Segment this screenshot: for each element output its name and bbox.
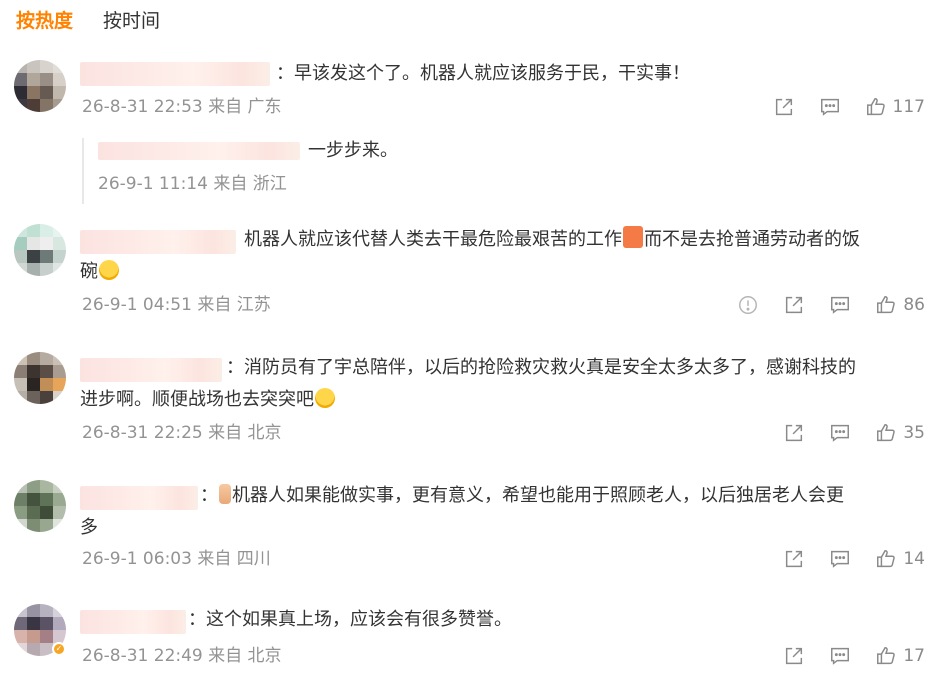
avatar[interactable] <box>14 480 66 532</box>
comment-actions: 86 <box>737 292 925 318</box>
nested-reply: 一步步来。 26-9-1 11:14 来自 浙江 <box>82 138 482 204</box>
comment-icon <box>831 550 850 568</box>
comment-actions: 14 <box>783 546 925 572</box>
comment-item: ✓ ：这个如果真上场，应该会有很多赞誉。 26-8-31 22:49 来自 北京… <box>0 604 939 678</box>
username[interactable] <box>80 230 236 254</box>
share-icon <box>786 296 803 314</box>
comment-text-continued: 碗 <box>80 256 120 288</box>
laugh-emoji <box>315 388 335 408</box>
reply-button[interactable] <box>819 96 841 118</box>
verified-badge-icon: ✓ <box>52 642 66 656</box>
like-button[interactable]: 86 <box>875 294 925 316</box>
comment-icon <box>831 647 850 665</box>
comment-item: ：消防员有了宇总陪伴，以后的抢险救灾救火真是安全太多太多了，感谢科技的 进步啊。… <box>0 350 939 460</box>
comment-meta: 26-9-1 06:03 来自 四川 <box>82 549 271 569</box>
share-button[interactable] <box>773 96 795 118</box>
comment-icon <box>831 296 850 314</box>
comment-actions: 117 <box>773 94 925 120</box>
reply-button[interactable] <box>829 548 851 570</box>
comment-text: ：早该发这个了。机器人就应该服务于民，干实事！ <box>276 63 690 84</box>
username[interactable] <box>80 358 222 382</box>
sort-tabs: 按热度 按时间 <box>16 8 160 36</box>
like-button[interactable]: 14 <box>875 548 925 570</box>
share-icon <box>775 98 792 116</box>
like-count: 17 <box>903 646 925 666</box>
tab-sort-by-hot[interactable]: 按热度 <box>16 8 73 36</box>
like-icon <box>877 647 896 665</box>
username[interactable] <box>80 486 198 510</box>
share-button[interactable] <box>783 294 805 316</box>
share-button[interactable] <box>783 422 805 444</box>
share-button[interactable] <box>783 548 805 570</box>
comment-text-continued: 进步啊。顺便战场也去突突吧 <box>80 384 336 416</box>
avatar[interactable] <box>14 224 66 276</box>
comment-meta: 26-8-31 22:49 来自 北京 <box>82 646 282 666</box>
comment-item: ：机器人如果能做实事，更有意义，希望也能用于照顾老人，以后独居老人会更 多 26… <box>0 478 939 588</box>
report-button[interactable] <box>737 294 759 316</box>
like-count: 14 <box>903 549 925 569</box>
like-button[interactable]: 117 <box>865 96 925 118</box>
comment-text-continued: 多 <box>80 517 98 538</box>
reply-button[interactable] <box>829 294 851 316</box>
comment-text: ：机器人如果能做实事，更有意义，希望也能用于照顾老人，以后独居老人会更 <box>200 484 844 506</box>
like-button[interactable]: 35 <box>875 422 925 444</box>
comment-item: ：早该发这个了。机器人就应该服务于民，干实事！ 26-8-31 22:53 来自… <box>0 56 939 206</box>
share-icon <box>786 647 803 665</box>
comment-item: 机器人就应该代替人类去干最危险最艰苦的工作 而不是去抢普通劳动者的饭 碗 26-9… <box>0 222 939 332</box>
comment-meta: 26-8-31 22:25 来自 北京 <box>82 423 282 443</box>
zan-emoji <box>623 226 643 248</box>
reply-button[interactable] <box>829 422 851 444</box>
comment-text: ：这个如果真上场，应该会有很多赞誉。 <box>188 609 512 630</box>
like-icon <box>877 424 896 442</box>
like-icon <box>877 550 896 568</box>
like-button[interactable]: 17 <box>875 645 925 667</box>
laugh-cry-emoji <box>99 260 119 280</box>
like-count: 86 <box>903 295 925 315</box>
username[interactable] <box>80 610 186 634</box>
comment-meta: 26-9-1 04:51 来自 江苏 <box>82 295 271 315</box>
reply-meta: 26-9-1 11:14 来自 浙江 <box>98 174 287 194</box>
comment-icon <box>831 424 850 442</box>
username[interactable] <box>80 62 270 86</box>
comment-actions: 17 <box>783 643 925 669</box>
comment-actions: 35 <box>783 420 925 446</box>
avatar[interactable] <box>14 352 66 404</box>
like-icon <box>877 296 896 314</box>
comment-text: 机器人就应该代替人类去干最危险最艰苦的工作 而不是去抢普通劳动者的饭 <box>244 224 860 256</box>
reply-text: 一步步来。 <box>308 140 398 161</box>
like-count: 35 <box>903 423 925 443</box>
avatar[interactable] <box>14 60 66 112</box>
thumbs-up-emoji <box>219 484 231 504</box>
reply-username[interactable] <box>98 142 300 160</box>
reply-button[interactable] <box>829 645 851 667</box>
like-icon <box>866 98 885 116</box>
share-icon <box>786 550 803 568</box>
report-icon <box>739 296 758 314</box>
like-count: 117 <box>892 97 925 117</box>
share-button[interactable] <box>783 645 805 667</box>
comment-meta: 26-8-31 22:53 来自 广东 <box>82 97 282 117</box>
comment-icon <box>820 98 839 116</box>
tab-sort-by-time[interactable]: 按时间 <box>103 8 160 36</box>
share-icon <box>786 424 803 442</box>
comment-text: ：消防员有了宇总陪伴，以后的抢险救灾救火真是安全太多太多了，感谢科技的 <box>226 357 856 378</box>
